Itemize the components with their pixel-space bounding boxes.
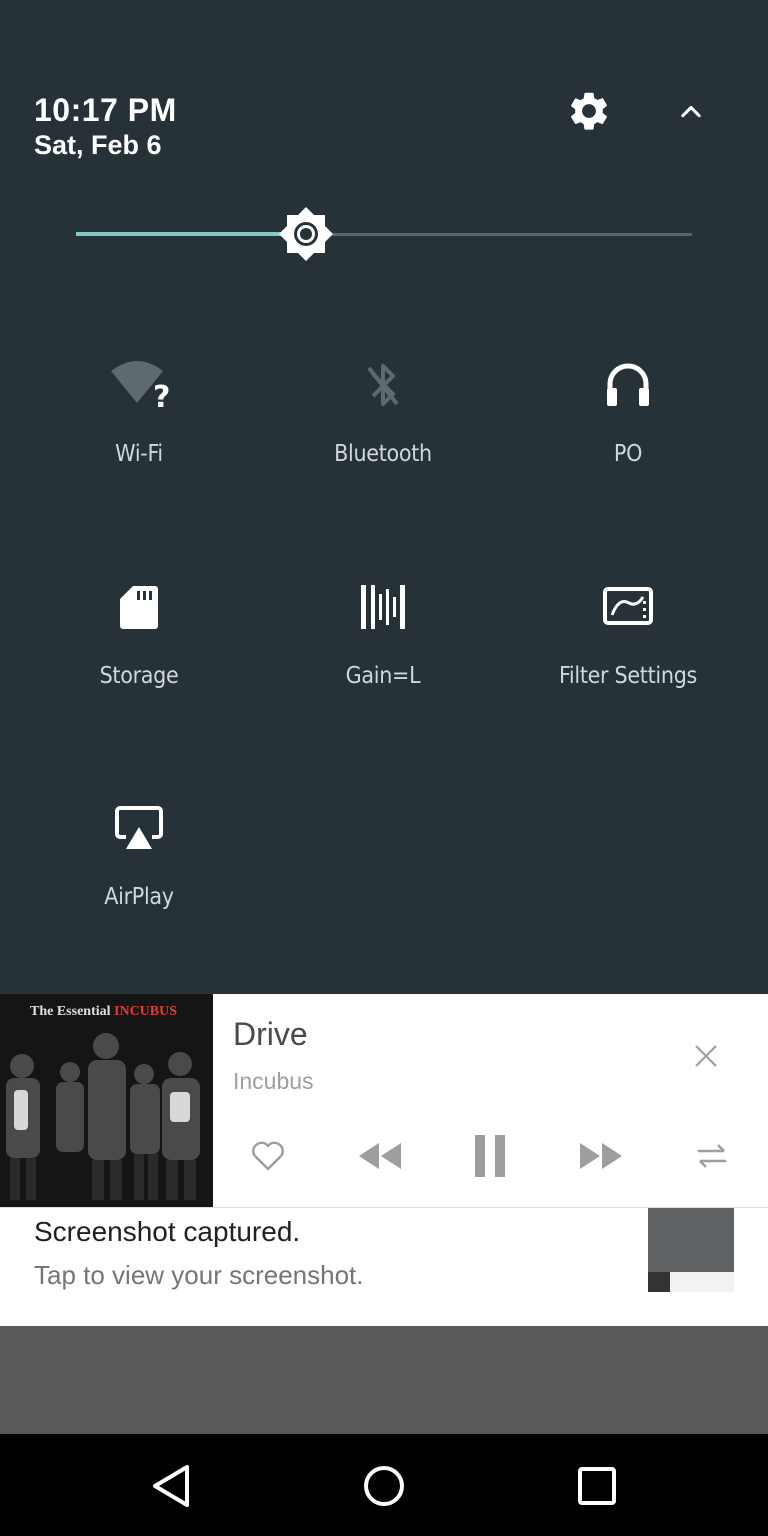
tile-filter-settings[interactable]: Filter Settings <box>518 577 738 717</box>
band-photo <box>0 994 213 1207</box>
brightness-thumb[interactable] <box>278 206 334 262</box>
tile-label: Wi-Fi <box>115 441 163 467</box>
rewind-button[interactable] <box>350 1128 410 1184</box>
album-art: The Essential INCUBUS <box>0 994 213 1207</box>
home-button[interactable] <box>354 1456 414 1516</box>
tile-airplay[interactable]: AirPlay <box>29 798 249 938</box>
close-icon <box>695 1045 717 1067</box>
favorite-button[interactable] <box>238 1128 298 1184</box>
pause-icon <box>475 1135 505 1177</box>
gear-icon <box>571 92 607 130</box>
tile-label: Gain=L <box>345 663 421 689</box>
album-title: The Essential INCUBUS <box>30 1004 178 1019</box>
tile-bluetooth[interactable]: Bluetooth <box>273 355 493 495</box>
quick-settings-panel: 10:17 PM Sat, Feb 6 ? Wi-Fi Bluetooth PO… <box>0 0 768 994</box>
tile-label: PO <box>613 441 643 467</box>
clock: 10:17 PM <box>34 92 177 128</box>
tile-label: Storage <box>99 663 179 689</box>
airplay-icon <box>115 806 163 849</box>
tile-po[interactable]: PO <box>518 355 738 495</box>
track-title: Drive <box>233 1016 308 1052</box>
svg-text:?: ? <box>153 380 169 411</box>
filter-settings-icon <box>603 587 653 625</box>
rewind-icon <box>359 1143 401 1169</box>
settings-button[interactable] <box>562 84 616 138</box>
tile-label: AirPlay <box>104 884 174 910</box>
tile-label: Bluetooth <box>334 441 432 467</box>
screenshot-notification[interactable]: Screenshot captured. Tap to view your sc… <box>0 1207 768 1326</box>
fast-forward-icon <box>580 1143 622 1169</box>
background-scrim <box>0 1326 768 1434</box>
sd-card-icon <box>120 586 158 629</box>
tile-storage[interactable]: Storage <box>29 577 249 717</box>
back-icon <box>153 1465 189 1507</box>
headphones-icon <box>607 363 649 406</box>
brightness-icon <box>279 207 333 261</box>
notification-title: Screenshot captured. <box>34 1216 301 1247</box>
heart-icon <box>252 1141 284 1171</box>
navigation-bar <box>0 1434 768 1536</box>
media-notification[interactable]: The Essential INCUBUS Drive Incubus <box>0 994 768 1207</box>
dismiss-button[interactable] <box>688 1038 724 1074</box>
date: Sat, Feb 6 <box>34 130 162 160</box>
fast-forward-button[interactable] <box>571 1128 631 1184</box>
recents-icon <box>578 1467 616 1505</box>
pause-button[interactable] <box>460 1128 520 1184</box>
tile-wifi[interactable]: ? Wi-Fi <box>29 355 249 495</box>
notification-text: Tap to view your screenshot. <box>34 1260 364 1290</box>
brightness-fill <box>76 232 306 236</box>
back-button[interactable] <box>142 1456 202 1516</box>
repeat-button[interactable] <box>682 1128 742 1184</box>
chevron-up-icon <box>681 105 701 118</box>
tile-label: Filter Settings <box>558 663 698 689</box>
wifi-unknown-icon: ? <box>111 361 169 411</box>
tile-gain[interactable]: Gain=L <box>273 577 493 717</box>
bluetooth-disabled-icon <box>367 364 399 406</box>
screenshot-thumbnail <box>648 1208 734 1292</box>
track-artist: Incubus <box>233 1068 314 1094</box>
gain-bars-icon <box>361 585 405 629</box>
brightness-slider[interactable] <box>76 206 692 262</box>
collapse-button[interactable] <box>664 84 718 138</box>
home-icon <box>364 1466 404 1506</box>
recents-button[interactable] <box>567 1456 627 1516</box>
repeat-icon <box>698 1144 726 1168</box>
